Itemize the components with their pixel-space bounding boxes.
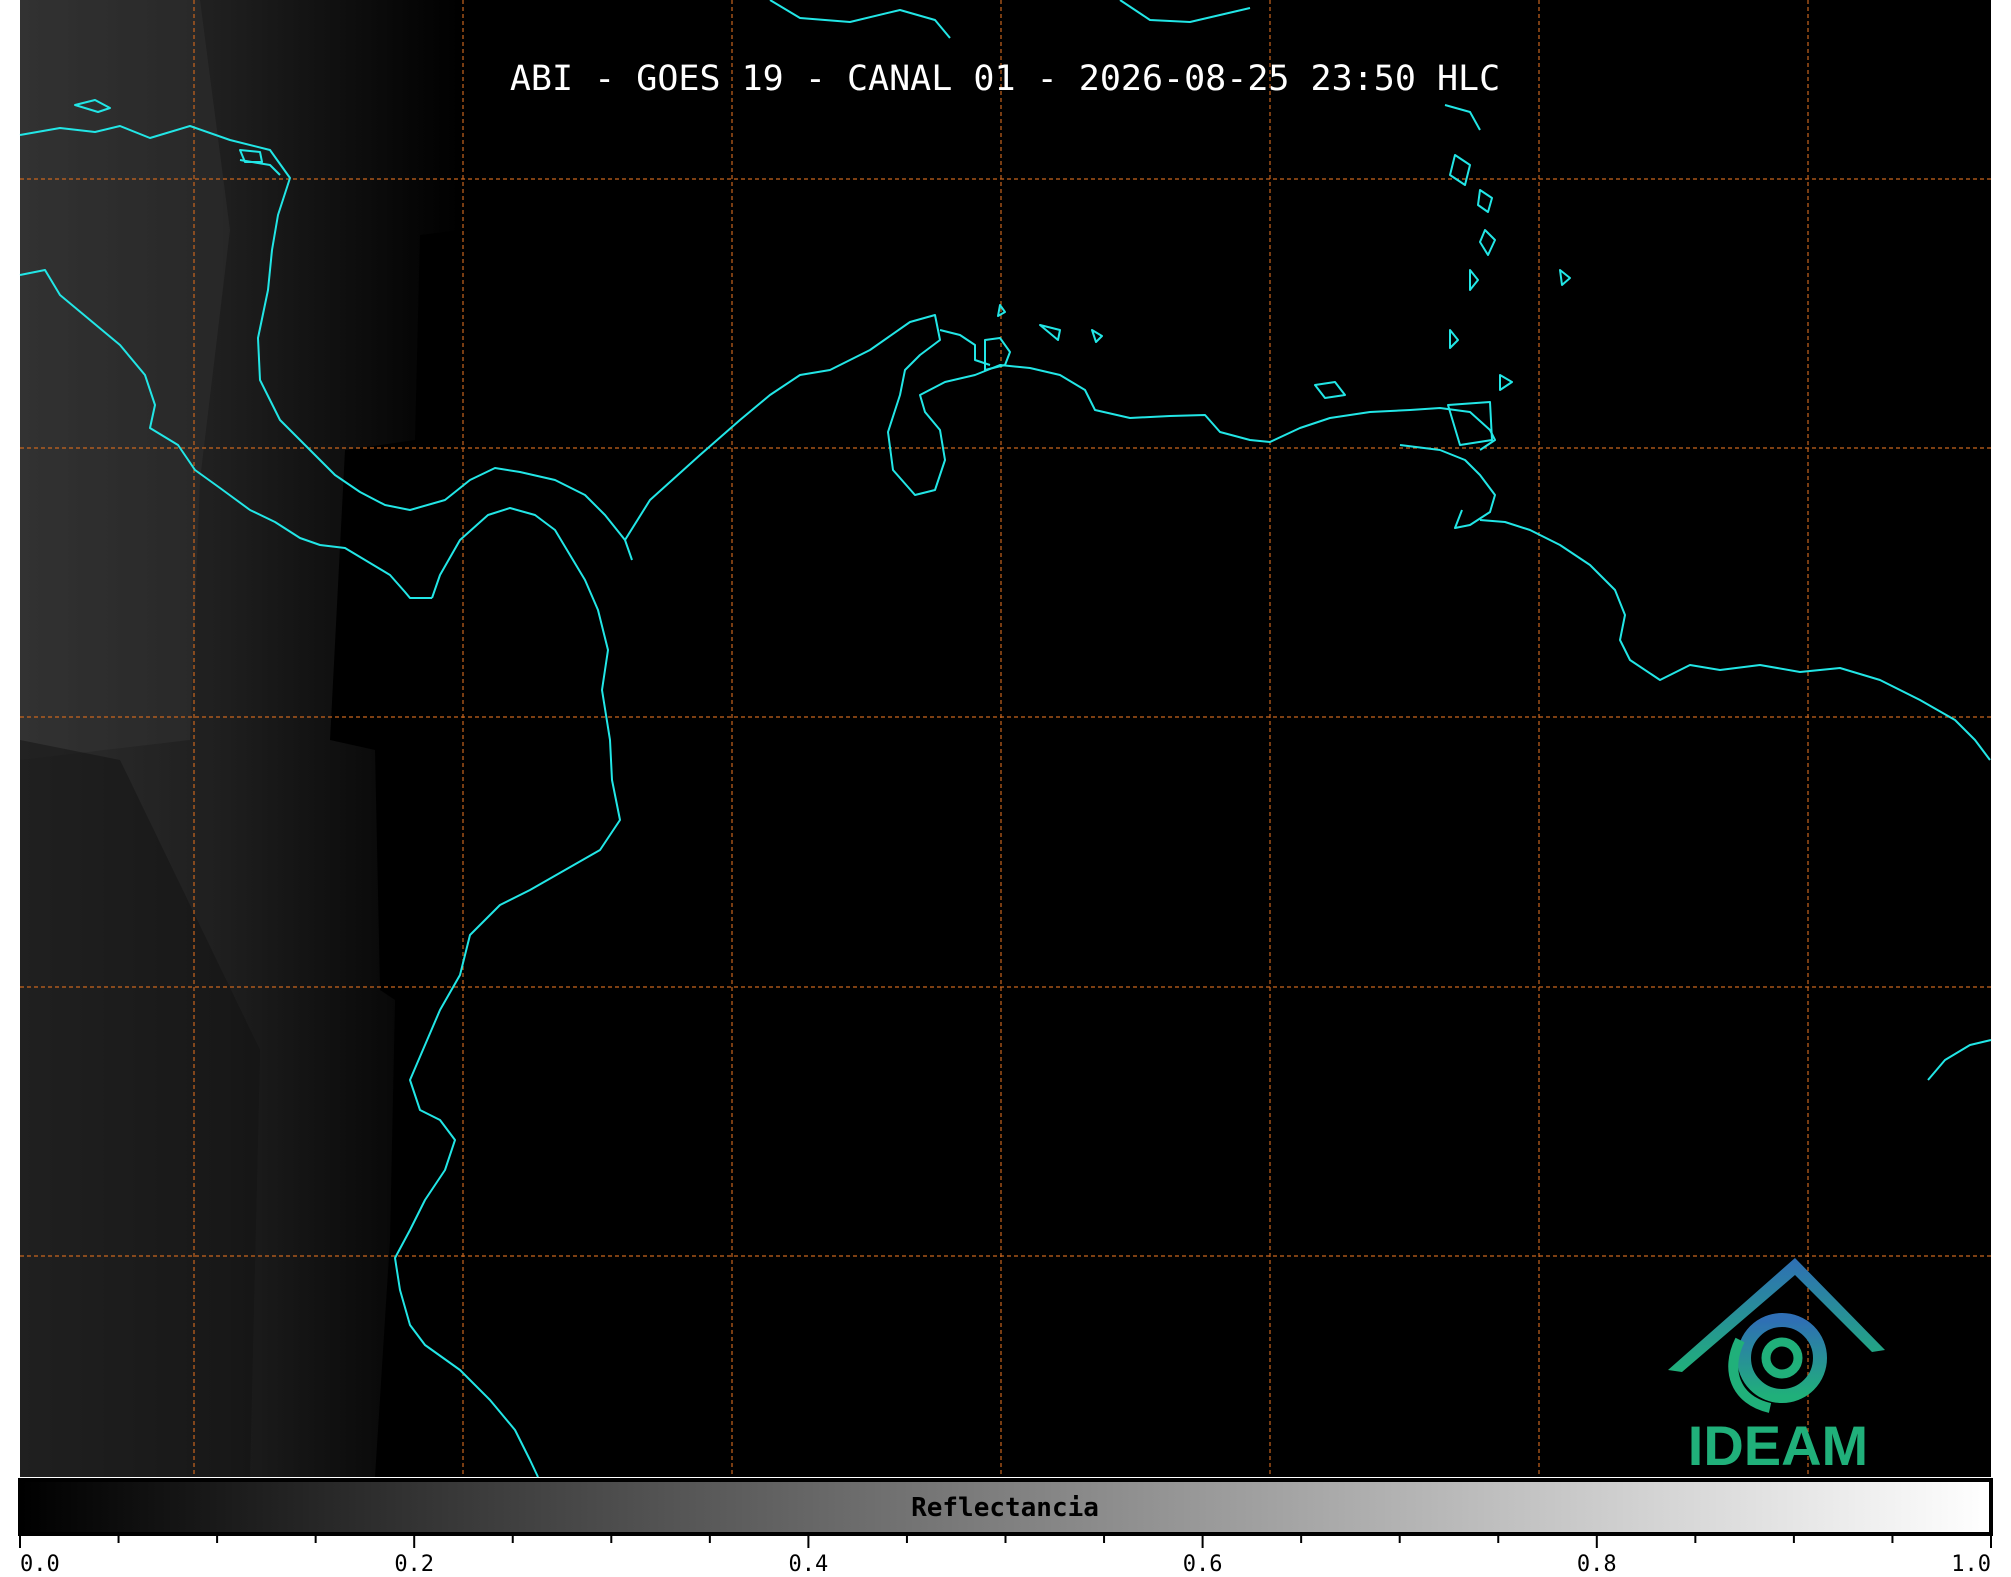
- colorbar-tick-label: 1.0: [1951, 1552, 1991, 1577]
- ideam-logo-text: IDEAM: [1688, 1414, 1868, 1477]
- colorbar-ticks: 0.0 0.2 0.4 0.6 0.8 1.0: [19, 1534, 1992, 1577]
- colorbar-tick-label: 0.8: [1577, 1552, 1617, 1577]
- colorbar-tick-label: 0.6: [1183, 1552, 1223, 1577]
- colorbar-tick-label: 0.2: [394, 1552, 434, 1577]
- colorbar-tick-label: 0.0: [20, 1552, 60, 1577]
- satellite-map: ABI - GOES 19 - CANAL 01 - 2026-08-25 23…: [18, 0, 1993, 1577]
- map-title: ABI - GOES 19 - CANAL 01 - 2026-08-25 23…: [510, 59, 1500, 99]
- colorbar-label: Reflectancia: [911, 1493, 1099, 1523]
- colorbar-tick-label: 0.4: [789, 1552, 829, 1577]
- colorbar: Reflectancia 0.0 0.2 0.4 0.6 0.8 1.0: [18, 1478, 1993, 1577]
